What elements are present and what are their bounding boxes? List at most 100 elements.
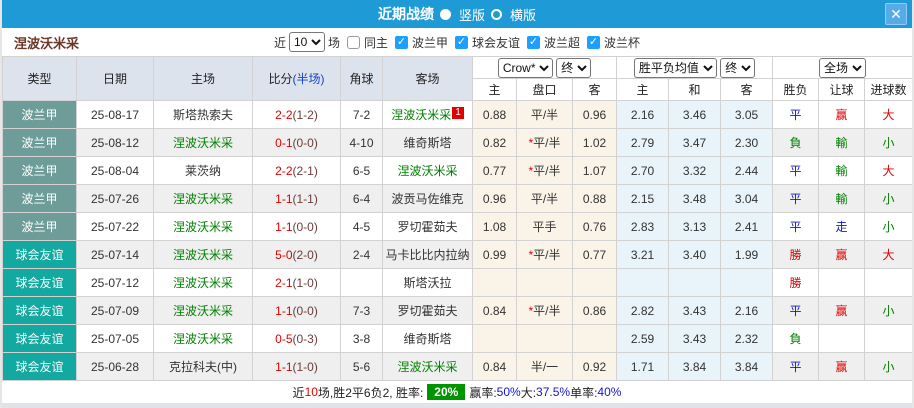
league2-label[interactable]: 球会友谊 — [472, 34, 520, 51]
cell-score: 2-2(2-1) — [252, 156, 341, 185]
cell-odds-handicap: *平/半 — [516, 156, 573, 185]
col-mean-away: 客 — [720, 78, 774, 101]
col-score: 比分(半场) — [252, 56, 341, 101]
cell-odds-handicap: 平/半 — [516, 100, 573, 129]
summary-part: 10 — [304, 385, 318, 399]
cell-score: 2-1(1-0) — [252, 268, 341, 297]
cell-score: 1-1(1-1) — [252, 184, 341, 213]
cell-handicap-result: 赢 — [818, 296, 866, 325]
cell-goals-result: 小 — [864, 128, 912, 157]
col-away: 客场 — [382, 56, 473, 101]
cell-wdl-result: 負 — [772, 128, 820, 157]
cell-score: 1-1(0-0) — [252, 296, 341, 325]
cell-away-team: 涅波沃米采 — [382, 352, 473, 381]
col-mean-draw: 和 — [668, 78, 722, 101]
cell-wdl-result: 平 — [772, 296, 820, 325]
odds-company-select[interactable]: Crow* — [497, 57, 553, 78]
cell-mean-draw: 3.84 — [668, 352, 722, 381]
odds-final-select[interactable]: 终 — [556, 57, 592, 78]
cell-odds-home: 1.08 — [472, 212, 517, 241]
cell-wdl-result: 平 — [772, 212, 820, 241]
mean-type-select[interactable]: 胜平负均值 — [633, 57, 717, 78]
cell-mean-draw: 3.48 — [668, 184, 722, 213]
cell-corners: 7-2 — [340, 100, 383, 129]
vertical-layout-radio[interactable] — [439, 8, 451, 20]
vertical-layout-label[interactable]: 竖版 — [459, 5, 485, 24]
same-home-checkbox[interactable] — [346, 35, 360, 49]
table-row: 波兰甲 25-08-04 莱茨纳 2-2(2-1) 6-5 涅波沃米采 0.77… — [2, 156, 912, 185]
cell-mean-away: 3.05 — [720, 100, 774, 129]
close-icon[interactable]: ✕ — [885, 3, 907, 25]
results-table: 类型 日期 主场 比分(半场) 角球 客场 Crow* 终 胜平负均值 终 全场 — [2, 56, 912, 381]
window-title: 近期战绩 — [377, 6, 434, 22]
col-handicap-result: 让球 — [818, 78, 866, 101]
cell-odds-home — [472, 268, 517, 297]
summary-part: 场,胜2平6负2, 胜率: — [317, 385, 424, 400]
cell-date: 25-07-26 — [76, 184, 154, 213]
score-label: 比分 — [268, 72, 293, 86]
cell-corners: 3-8 — [340, 324, 383, 353]
cell-wdl-result: 平 — [772, 100, 820, 129]
cell-score: 0-1(0-0) — [252, 128, 341, 157]
cell-mean-home: 2.16 — [616, 100, 670, 129]
league4-checkbox[interactable]: ✓ — [587, 35, 601, 49]
cell-mean-home: 2.59 — [616, 324, 670, 353]
cell-corners: 7-3 — [340, 296, 383, 325]
cell-mean-draw: 3.43 — [668, 324, 722, 353]
rank-badge: 1 — [452, 107, 464, 119]
cell-odds-handicap — [516, 324, 573, 353]
results-tbody: 波兰甲 25-08-17 斯塔热索夫 2-2(1-2) 7-2 涅波沃米采 1 0… — [2, 100, 912, 381]
cell-home-team: 涅波沃米采 — [153, 240, 253, 269]
cell-home-team: 涅波沃米采 — [153, 324, 253, 353]
match-count-select[interactable]: 10 — [288, 32, 325, 52]
cell-match-type: 球会友谊 — [2, 268, 77, 297]
cell-score: 0-5(0-3) — [252, 324, 341, 353]
cell-odds-away: 0.86 — [571, 296, 618, 325]
cell-odds-home: 0.99 — [472, 240, 517, 269]
league1-label[interactable]: 波兰甲 — [412, 34, 448, 51]
cell-away-team: 维奇斯塔 — [382, 128, 473, 157]
cell-odds-home: 0.88 — [472, 100, 517, 129]
cell-away-team: 涅波沃米采 — [382, 156, 473, 185]
league3-label[interactable]: 波兰超 — [544, 34, 580, 51]
cell-home-team: 涅波沃米采 — [153, 296, 253, 325]
horizontal-layout-radio[interactable] — [491, 8, 502, 20]
league4-label[interactable]: 波兰杯 — [604, 34, 640, 51]
league2-checkbox[interactable]: ✓ — [455, 35, 468, 49]
cell-match-type: 波兰甲 — [2, 128, 77, 157]
cell-odds-handicap: 半/一 — [516, 352, 573, 381]
mean-final-select[interactable]: 终 — [720, 57, 756, 78]
table-row: 球会友谊 25-07-09 涅波沃米采 1-1(0-0) 7-3 罗切霍茹夫 0… — [2, 296, 912, 325]
cell-date: 25-07-09 — [76, 296, 154, 325]
cell-odds-away: 0.88 — [571, 184, 618, 213]
cell-mean-away: 2.16 — [720, 296, 774, 325]
summary-part: 20% — [427, 384, 466, 400]
cell-match-type: 波兰甲 — [2, 100, 77, 129]
halftime-label: (半场) — [292, 72, 325, 86]
cell-goals-result — [864, 268, 912, 297]
cell-handicap-result: 輸 — [818, 184, 866, 213]
cell-goals-result: 小 — [864, 212, 912, 241]
summary-part: 大: — [520, 385, 537, 400]
league1-checkbox[interactable]: ✓ — [394, 35, 408, 49]
cell-date: 25-08-17 — [76, 100, 154, 129]
cell-home-team: 涅波沃米采 — [153, 184, 253, 213]
horizontal-layout-label[interactable]: 横版 — [510, 5, 536, 24]
team-name: 涅波沃米采 — [14, 35, 80, 51]
cell-match-type: 球会友谊 — [2, 240, 77, 269]
cell-match-type: 球会友谊 — [2, 324, 77, 353]
col-odds-away: 客 — [571, 78, 618, 101]
cell-date: 25-07-05 — [76, 324, 154, 353]
same-home-label[interactable]: 同主 — [364, 34, 388, 51]
scope-group-header: 全场 — [772, 56, 912, 79]
cell-date: 25-07-22 — [76, 212, 154, 241]
cell-mean-draw: 3.32 — [668, 156, 722, 185]
col-odds-handicap: 盘口 — [516, 78, 573, 101]
col-type: 类型 — [2, 56, 77, 101]
league3-checkbox[interactable]: ✓ — [527, 35, 541, 49]
cell-mean-away: 2.30 — [720, 128, 774, 157]
scope-select[interactable]: 全场 — [819, 57, 867, 78]
table-row: 波兰甲 25-07-22 涅波沃米采 1-1(0-0) 4-5 罗切霍茹夫 1.… — [2, 212, 912, 241]
cell-odds-handicap — [516, 268, 573, 297]
cell-odds-away: 0.92 — [571, 352, 618, 381]
